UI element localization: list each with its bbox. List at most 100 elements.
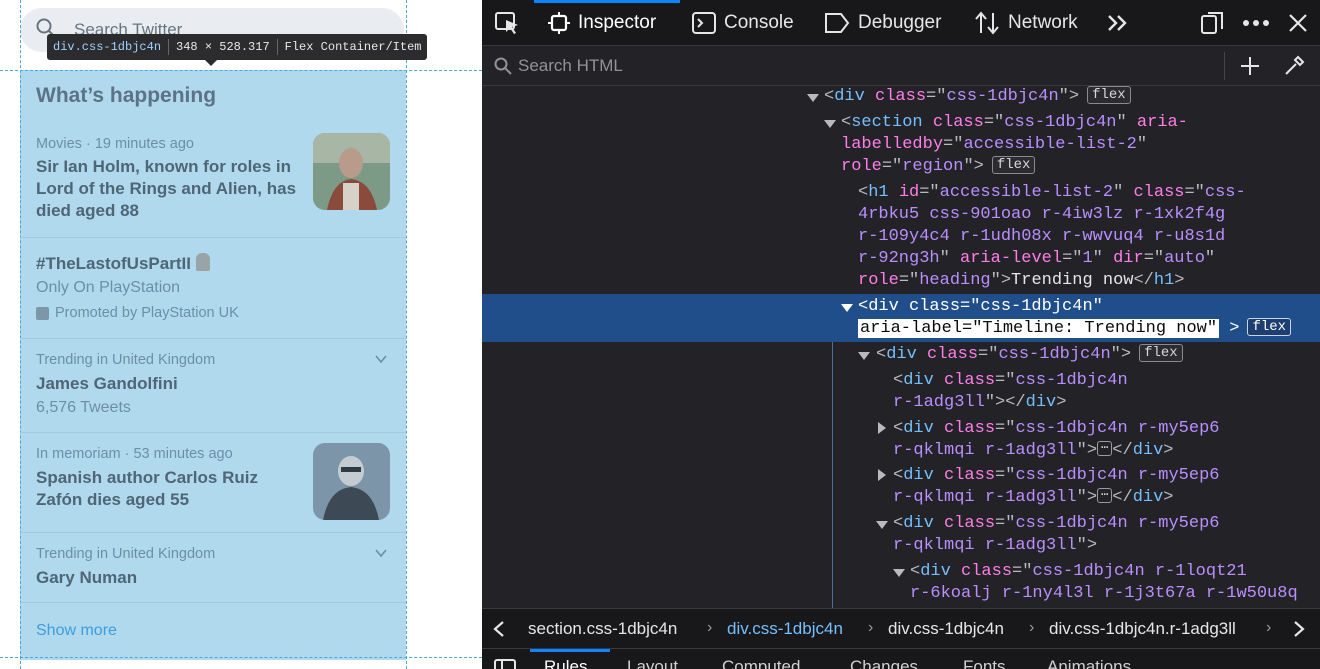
menu-button[interactable] <box>1242 0 1270 46</box>
console-icon <box>692 12 716 34</box>
divider <box>20 532 406 533</box>
section-title: What’s happening <box>36 84 217 107</box>
trend-subtitle: 6,576 Tweets <box>36 399 131 416</box>
trend-thumbnail[interactable] <box>313 133 390 210</box>
add-node-icon[interactable] <box>1240 56 1260 76</box>
tab-label: Inspector <box>578 12 657 33</box>
trend-item[interactable]: Movies · 19 minutes ago Sir Ian Holm, kn… <box>36 136 304 222</box>
toggle-sidebar-icon[interactable] <box>494 659 516 669</box>
close-devtools-button[interactable] <box>1288 0 1308 46</box>
dock-toggle-button[interactable] <box>1200 0 1224 46</box>
markup-node-div[interactable]: <div class="css-1dbjc4n r-my5ep6 <box>893 418 1219 440</box>
tooltip-type: Flex Container/Item <box>284 40 422 54</box>
promoted-label: Promoted by PlayStation UK <box>36 305 396 321</box>
tab-label: Console <box>724 12 794 33</box>
trend-headline: #TheLastofUsPartII <box>36 253 396 275</box>
guide-line-bottom <box>0 657 482 658</box>
trend-headline: Gary Numan <box>36 568 138 587</box>
flex-badge[interactable]: flex <box>1087 86 1131 104</box>
more-tabs-button[interactable] <box>1106 0 1130 46</box>
promoted-trend-item[interactable]: #TheLastofUsPartII Only On PlayStation P… <box>36 253 396 321</box>
chevron-down-icon[interactable] <box>374 546 388 560</box>
divider <box>20 338 406 339</box>
guide-line-left <box>20 0 21 669</box>
markup-node-selected-div[interactable]: <div class="css-1dbjc4n" <box>858 296 1103 318</box>
divider <box>20 602 406 603</box>
collapse-arrow-icon[interactable] <box>841 304 853 312</box>
collapse-arrow-icon[interactable] <box>876 521 888 529</box>
tab-label: Network <box>1008 12 1078 33</box>
trend-headline: Sir Ian Holm, known for roles in Lord of… <box>36 157 297 220</box>
guide-line-right <box>406 0 407 669</box>
markup-node-div[interactable]: <div class="css-1dbjc4n r-my5ep6 <box>893 465 1219 487</box>
inspector-tooltip: div.css-1dbjc4n 348 × 528.317 Flex Conta… <box>47 34 428 66</box>
flex-badge[interactable]: flex <box>1139 344 1183 362</box>
tab-network[interactable]: Network <box>974 0 1078 46</box>
guide-line-top <box>0 70 482 71</box>
collapse-arrow-icon[interactable] <box>807 94 819 102</box>
tab-changes[interactable]: Changes <box>850 657 918 669</box>
expand-arrow-icon[interactable] <box>878 422 886 434</box>
markup-node-h1[interactable]: <h1 id="accessible-list-2" class="css- <box>858 182 1246 204</box>
tab-debugger[interactable]: Debugger <box>824 0 941 46</box>
expand-arrow-icon[interactable] <box>878 469 886 481</box>
trend-thumbnail[interactable] <box>313 443 390 520</box>
person-photo-icon <box>313 133 390 210</box>
chevron-down-icon[interactable] <box>374 352 388 366</box>
chevron-left-icon[interactable] <box>492 620 506 638</box>
collapse-arrow-icon[interactable] <box>858 352 870 360</box>
breadcrumb-item[interactable]: div.css-1dbjc4n <box>888 619 1004 639</box>
trend-item[interactable]: Trending in United Kingdom Gary Numan <box>36 546 396 589</box>
aria-label-attribute[interactable]: aria-label="Timeline: Trending now" <box>858 319 1220 338</box>
collapse-arrow-icon[interactable] <box>824 120 836 128</box>
markup-node-div[interactable]: <div class="css-1dbjc4n <box>893 370 1128 392</box>
trend-headline: Spanish author Carlos Ruiz Zafón dies ag… <box>36 468 258 509</box>
tab-inspector[interactable]: Inspector <box>548 0 656 46</box>
markup-node-section[interactable]: <section class="css-1dbjc4n" aria- <box>841 112 1188 134</box>
breadcrumb: section.css-1dbjc4n › div.css-1dbjc4n › … <box>482 608 1320 648</box>
chevron-right-icon[interactable] <box>1292 620 1306 638</box>
show-more-link[interactable]: Show more <box>36 622 117 640</box>
trend-headline: James Gandolfini <box>36 374 178 393</box>
trend-meta: In memoriam · 53 minutes ago <box>36 446 233 462</box>
trend-meta: Trending in United Kingdom <box>36 546 216 562</box>
tab-console[interactable]: Console <box>692 0 794 46</box>
divider <box>20 432 406 433</box>
breadcrumb-item[interactable]: section.css-1dbjc4n <box>528 619 677 639</box>
markup-node-div[interactable]: <div class="css-1dbjc4n r-1loqt21 <box>910 561 1247 583</box>
markup-node-div[interactable]: <div class="css-1dbjc4n"> flex <box>876 344 1183 366</box>
search-html-input[interactable]: Search HTML <box>482 46 1320 86</box>
page-preview: Search Twitter div.css-1dbjc4n 348 × 528… <box>0 0 482 669</box>
breadcrumb-item[interactable]: div.css-1dbjc4n.r-1adg3ll <box>1049 619 1236 639</box>
close-icon <box>1289 14 1307 32</box>
devtools-toolbar: Inspector Console Debugger Network <box>482 0 1320 46</box>
element-picker-button[interactable] <box>494 0 520 46</box>
markup-node-div[interactable]: <div class="css-1dbjc4n"> flex <box>824 86 1131 108</box>
collapsed-content-badge[interactable]: ⋯ <box>1097 488 1113 503</box>
tab-fonts[interactable]: Fonts <box>963 657 1006 669</box>
trend-item[interactable]: In memoriam · 53 minutes ago Spanish aut… <box>36 446 304 511</box>
tab-computed[interactable]: Computed <box>722 657 800 669</box>
element-picker-icon <box>495 12 518 34</box>
debugger-icon <box>825 13 850 33</box>
devtools-panel: Inspector Console Debugger Network Searc… <box>482 0 1320 669</box>
more-options-icon <box>1243 20 1269 26</box>
breadcrumb-item-active[interactable]: div.css-1dbjc4n <box>727 619 843 639</box>
double-chevron-right-icon <box>1108 15 1127 31</box>
markup-node-div[interactable]: <div class="css-1dbjc4n r-my5ep6 <box>893 513 1219 535</box>
collapsed-content-badge[interactable]: ⋯ <box>1097 441 1113 456</box>
trend-item[interactable]: Trending in United Kingdom James Gandolf… <box>36 352 396 417</box>
inspector-icon <box>548 12 570 34</box>
trend-subtitle: Only On PlayStation <box>36 279 181 296</box>
flex-badge[interactable]: flex <box>1247 318 1292 336</box>
tab-layout[interactable]: Layout <box>627 657 678 669</box>
promoted-icon <box>36 306 49 320</box>
eyedropper-icon[interactable] <box>1282 54 1306 78</box>
tooltip-dimensions: 348 × 528.317 <box>176 40 270 54</box>
trend-meta: Movies · 19 minutes ago <box>36 136 194 152</box>
collapse-arrow-icon[interactable] <box>893 569 905 577</box>
tab-rules[interactable]: Rules <box>544 657 587 669</box>
emoji-icon <box>195 253 210 271</box>
flex-badge[interactable]: flex <box>991 156 1036 174</box>
tab-animations[interactable]: Animations <box>1047 657 1131 669</box>
